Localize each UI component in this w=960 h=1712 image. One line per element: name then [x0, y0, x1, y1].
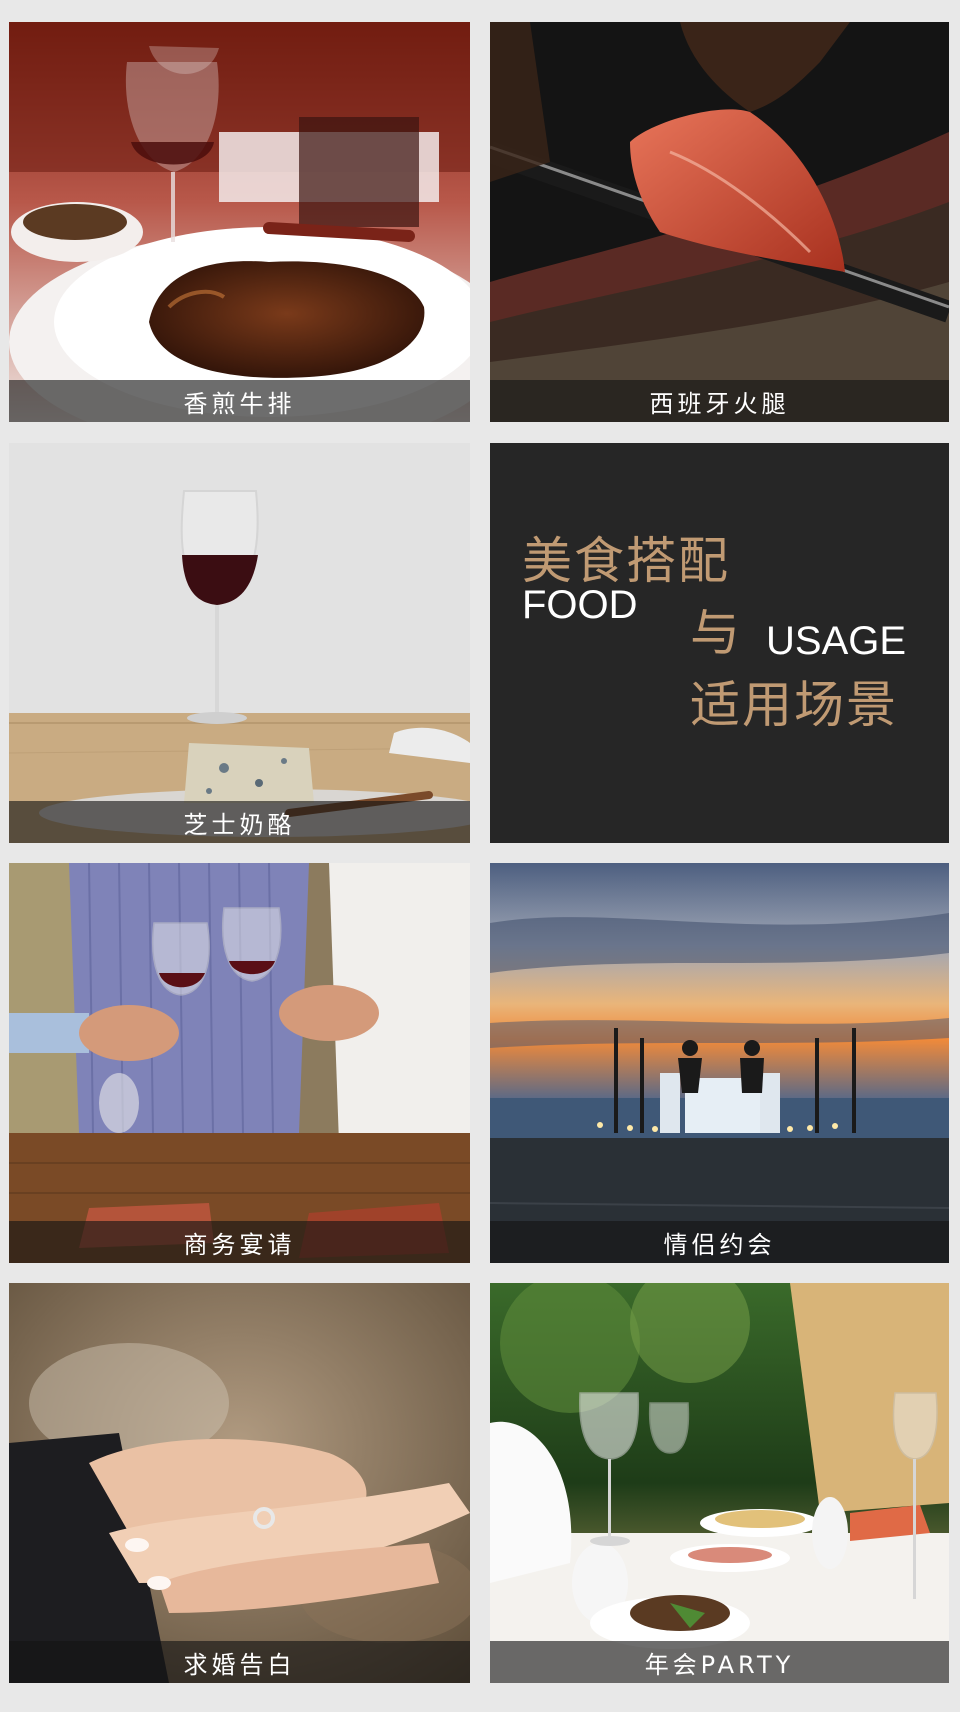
title-panel: 美食搭配 FOOD 与 USAGE 适用场景 — [490, 443, 949, 843]
tile-cheese: 芝士奶酪 — [9, 443, 470, 843]
tile-couple-date: 情侣约会 — [490, 863, 949, 1263]
tile-business-dinner: 商务宴请 — [9, 863, 470, 1263]
tile-caption: 芝士奶酪 — [183, 810, 296, 839]
caption-bar: 商务宴请 — [9, 1221, 470, 1263]
tile-caption: 商务宴请 — [183, 1230, 296, 1259]
tile-caption: 香煎牛排 — [183, 389, 296, 418]
tile-steak: 香煎牛排 — [9, 22, 470, 422]
annual-party-photo — [490, 1283, 949, 1683]
title-connector: 与 — [690, 604, 740, 662]
title-usage-en: USAGE — [766, 619, 907, 663]
tile-ham: 西班牙火腿 — [490, 22, 949, 422]
tile-proposal: 求婚告白 — [9, 1283, 470, 1683]
caption-bar: 求婚告白 — [9, 1641, 470, 1683]
caption-bar: 年会PARTY — [490, 1641, 949, 1683]
caption-bar: 芝士奶酪 — [9, 801, 470, 843]
caption-bar: 香煎牛排 — [9, 380, 470, 422]
tile-annual-party: 年会PARTY — [490, 1283, 949, 1683]
proposal-photo — [9, 1283, 470, 1683]
caption-bar: 西班牙火腿 — [490, 380, 949, 422]
steak-photo — [9, 22, 470, 422]
scenario-grid: 香煎牛排 西班牙火腿 芝士奶酪 美食搭配 FOOD 与 USAGE 适用场景 商… — [0, 0, 960, 1712]
tile-caption: 情侣约会 — [663, 1230, 776, 1259]
tile-caption: 西班牙火腿 — [649, 389, 790, 418]
business-dinner-photo — [9, 863, 470, 1263]
caption-bar: 情侣约会 — [490, 1221, 949, 1263]
tile-caption: 求婚告白 — [183, 1650, 296, 1679]
ham-photo — [490, 22, 949, 422]
cheese-photo — [9, 443, 470, 843]
tile-caption: 年会PARTY — [644, 1650, 795, 1679]
couple-date-photo — [490, 863, 949, 1263]
title-usage-cn: 适用场景 — [690, 676, 898, 734]
title-food-en: FOOD — [522, 583, 638, 627]
